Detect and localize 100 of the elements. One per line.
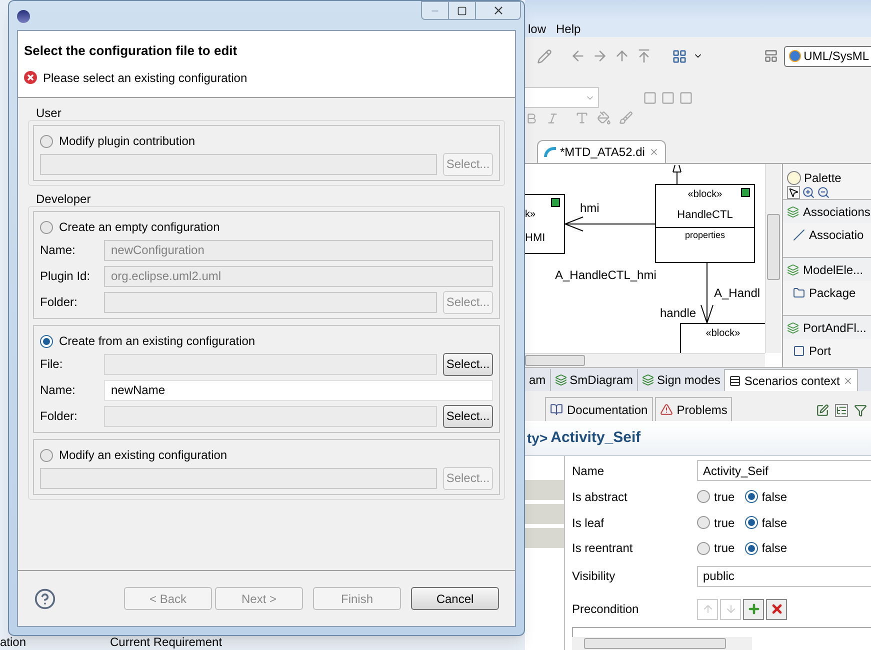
plus-icon [746,602,760,616]
back-icon[interactable] [570,48,586,64]
block-node[interactable]: k» HMI [525,194,565,254]
palette-tool[interactable]: Port [783,339,871,363]
close-button[interactable] [475,1,521,20]
property-label: Is leaf [572,514,606,532]
tree-icon[interactable] [835,404,848,417]
name-field[interactable]: Activity_Seif [697,460,871,482]
layout-icon[interactable] [672,48,687,64]
down-arrow-icon [724,603,736,616]
association-label: A_HandleCTL_hmi [555,267,656,284]
palette-tool[interactable]: Associatio [783,223,871,247]
view-tab[interactable]: SmDiagram [550,369,638,391]
perspective-button[interactable]: UML/SysML [784,46,871,66]
shortcut-icon [741,188,750,197]
block-name: HMI [525,231,546,246]
pencil-icon[interactable] [537,48,552,64]
association-label: handle [660,305,696,322]
radio-button[interactable] [40,448,53,462]
top-icon[interactable] [636,48,652,64]
radio-button[interactable] [744,542,758,555]
drawer-icon [787,264,799,276]
radio-label: false [762,488,788,506]
scroll-thumb[interactable] [767,214,780,280]
vertical-scrollbar[interactable] [765,164,781,353]
delete-button[interactable] [766,598,787,620]
menu-item[interactable]: low [525,20,546,38]
property-label: Is reentrant [572,540,634,558]
horizontal-scrollbar[interactable] [572,637,752,650]
radio-button[interactable] [697,490,710,504]
view-tab[interactable]: Current Requirement [80,636,222,648]
line-color-icon[interactable] [619,111,633,125]
select-tool-icon[interactable] [787,186,800,199]
text-field[interactable] [104,406,437,426]
zoom-out-icon[interactable] [817,186,830,199]
palette-drawer[interactable]: ModelEle... [783,257,871,281]
field-label: File: [40,356,64,373]
radio-label: true [714,488,735,506]
move-up-button[interactable] [697,598,718,620]
scroll-thumb[interactable] [525,355,585,366]
block-name: HandleCTL [677,208,733,223]
close-icon [492,4,504,17]
association-label: hmi [580,200,600,217]
text-field[interactable] [104,354,437,374]
window-icon[interactable] [679,90,693,104]
move-down-button[interactable] [720,598,741,620]
option-label: Modify an existing configuration [59,447,228,464]
radio-button[interactable] [697,542,710,555]
dialog-button[interactable]: Cancel [411,587,499,610]
visibility-dropdown[interactable]: public [697,566,871,587]
select-button[interactable]: Select... [443,352,493,376]
up-icon[interactable] [614,48,630,64]
fill-color-icon[interactable] [597,111,611,125]
close-icon[interactable] [842,376,853,386]
text-field[interactable]: newName [104,380,493,400]
radio-label: false [762,540,788,558]
window-icon[interactable] [643,90,657,104]
scroll-thumb[interactable] [584,638,726,650]
filter-icon[interactable] [854,404,867,417]
maximize-button[interactable] [449,1,475,20]
radio-button[interactable] [40,334,53,348]
maximize-icon [457,6,467,16]
state-diagram-icon [554,374,567,386]
palette-icon [787,171,801,185]
close-icon[interactable] [648,147,659,157]
help-icon[interactable] [34,588,56,610]
menu-item[interactable]: Help [556,20,581,38]
field-label: Folder: [40,408,78,425]
select-button[interactable]: Select... [443,404,493,428]
horizontal-scrollbar[interactable] [525,353,765,367]
zoom-in-icon[interactable] [802,186,815,199]
radio-button[interactable] [744,490,758,504]
add-button[interactable] [743,598,764,620]
radio-button[interactable] [40,220,53,234]
folder-icon [793,287,805,299]
radio-button[interactable] [697,516,710,530]
drawer-icon [787,322,799,334]
palette-title: Palette [804,170,842,187]
view-tab[interactable]: Scenarios context [725,369,858,391]
block-node[interactable]: «block» [680,323,765,353]
view-tab[interactable]: ation [0,636,80,648]
edit-icon[interactable] [816,404,829,417]
palette-tool[interactable]: Package [783,281,871,305]
forward-icon[interactable] [592,48,608,64]
bold-icon[interactable] [525,112,538,124]
open-perspective-icon[interactable] [764,49,778,63]
block-node[interactable]: «block» HandleCTL properties [655,184,755,263]
font-color-icon[interactable] [575,111,589,125]
editor-tab[interactable]: *MTD_ATA52.di [537,140,666,163]
line-icon [793,229,805,241]
radio-button[interactable] [40,134,53,148]
window-icon[interactable] [661,90,675,104]
radio-button[interactable] [744,516,758,530]
palette-drawer[interactable]: Associations [783,199,871,223]
property-label: Precondition [572,601,640,618]
palette-drawer[interactable]: PortAndFl... [783,315,871,339]
stereotype-label: «block» [706,327,740,341]
font-dropdown[interactable] [525,87,599,108]
group-label: User [35,105,62,120]
italic-icon[interactable] [546,112,559,124]
